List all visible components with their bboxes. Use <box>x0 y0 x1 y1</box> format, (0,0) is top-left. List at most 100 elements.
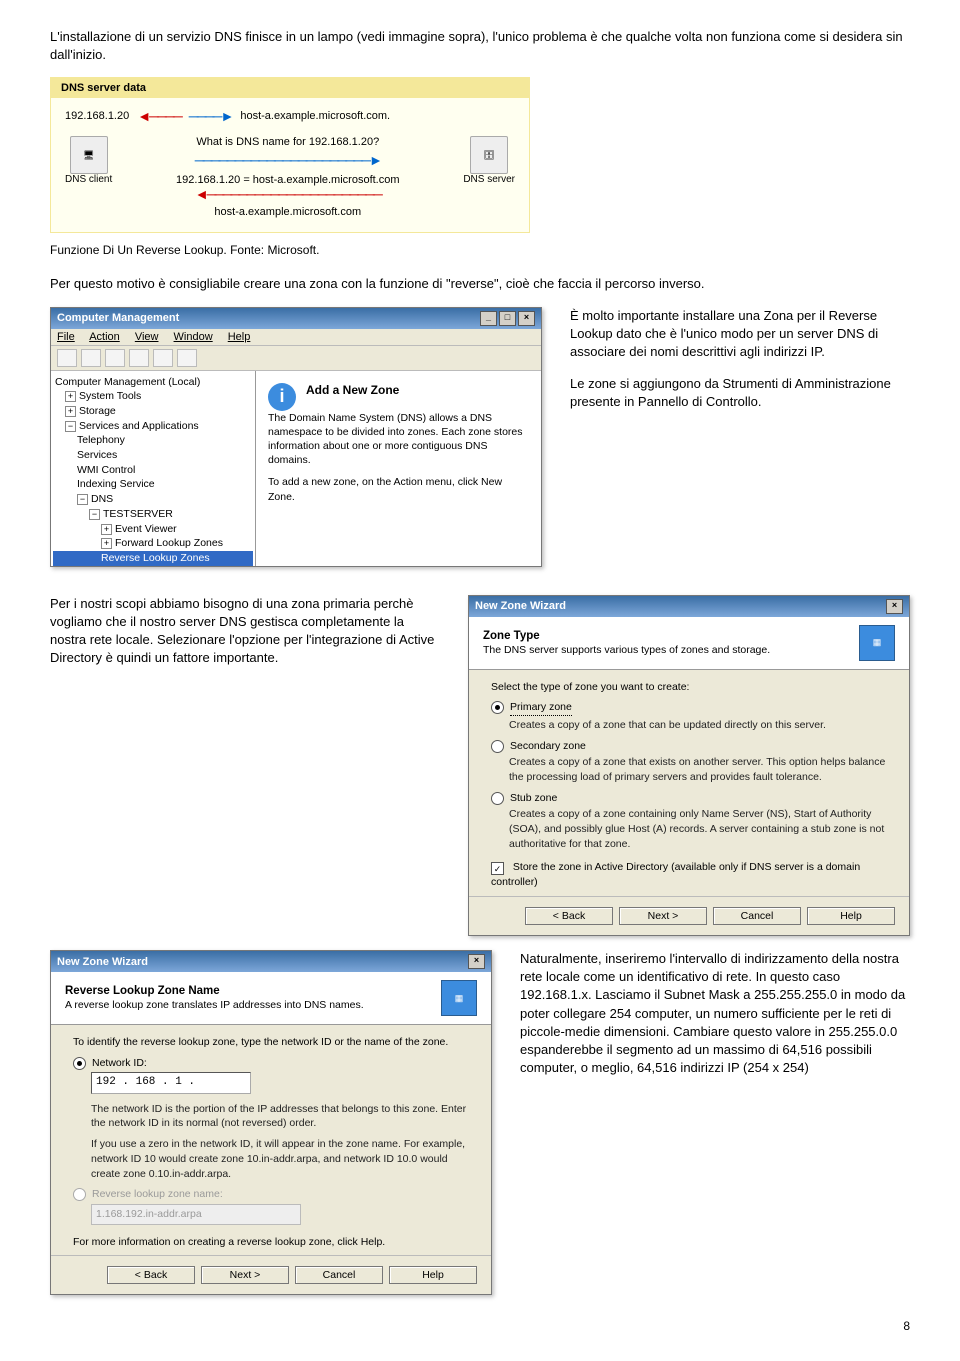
network-id-input[interactable]: 192 . 168 . 1 . <box>91 1072 251 1093</box>
wizard-head-bold: Reverse Lookup Zone Name <box>65 985 364 997</box>
dns-diagram: DNS server data 192.168.1.20 ◄──── ────►… <box>50 77 530 233</box>
toolbar-refresh-button[interactable] <box>129 349 149 367</box>
tree-systools[interactable]: +System Tools <box>53 389 253 404</box>
reverse-name-input: 1.168.192.in-addr.arpa <box>91 1204 301 1225</box>
client-label: DNS client <box>65 174 112 185</box>
minimize-button[interactable]: _ <box>480 311 497 326</box>
collapse-icon[interactable]: − <box>77 494 88 505</box>
wizard-titlebar: New Zone Wizard × <box>469 596 909 617</box>
diagram-ip: 192.168.1.20 <box>65 110 129 122</box>
tree-services-apps[interactable]: −Services and Applications <box>53 419 253 434</box>
reverse-name-radio[interactable] <box>73 1188 86 1201</box>
reverse-prompt: To identify the reverse lookup zone, typ… <box>73 1035 469 1050</box>
info-pane: i Add a New Zone The Domain Name System … <box>256 371 541 566</box>
menu-action[interactable]: Action <box>89 331 120 343</box>
info-title: Add a New Zone <box>268 383 529 397</box>
cancel-button[interactable]: Cancel <box>295 1266 383 1284</box>
tree-telephony[interactable]: Telephony <box>53 433 253 448</box>
tree-forward-zones[interactable]: +Forward Lookup Zones <box>53 536 253 551</box>
close-button[interactable]: × <box>468 954 485 969</box>
tree-storage[interactable]: +Storage <box>53 404 253 419</box>
next-button[interactable]: Next > <box>201 1266 289 1284</box>
diagram-query: What is DNS name for 192.168.1.20? <box>124 136 451 148</box>
titlebar: Computer Management _ □ × <box>51 308 541 329</box>
menu-help[interactable]: Help <box>228 331 251 343</box>
reverse-name-label: Reverse lookup zone name: <box>92 1187 223 1202</box>
net-desc-1: The network ID is the portion of the IP … <box>91 1102 469 1131</box>
diagram-title: DNS server data <box>51 78 529 98</box>
info-icon: i <box>268 383 296 411</box>
tree-reverse-zones[interactable]: Reverse Lookup Zones <box>53 551 253 566</box>
page-number: 8 <box>50 1319 910 1333</box>
network-id-radio[interactable] <box>73 1057 86 1070</box>
expand-icon[interactable]: + <box>101 524 112 535</box>
primary-zone-label: Primary zone <box>510 700 572 716</box>
window-title: Computer Management <box>57 312 179 324</box>
tree-dns[interactable]: −DNS <box>53 492 253 507</box>
primary-zone-radio[interactable] <box>491 701 504 714</box>
expand-icon[interactable]: + <box>65 406 76 417</box>
wizard-title: New Zone Wizard <box>57 956 148 968</box>
arrow-right-long-icon: ──────────────────────► <box>195 152 381 168</box>
menu-file[interactable]: File <box>57 331 75 343</box>
more-info-text: For more information on creating a rever… <box>73 1235 469 1250</box>
paragraph-4: Naturalmente, inseriremo l'intervallo di… <box>520 950 910 1077</box>
info-body-2: To add a new zone, on the Action menu, c… <box>268 475 529 503</box>
diagram-host: host-a.example.microsoft.com. <box>240 110 390 122</box>
wizard-head-icon: ▦ <box>441 980 477 1016</box>
help-button[interactable]: Help <box>807 907 895 925</box>
next-button[interactable]: Next > <box>619 907 707 925</box>
menubar: File Action View Window Help <box>51 329 541 346</box>
wizard-head-sub: A reverse lookup zone translates IP addr… <box>65 999 364 1011</box>
menu-window[interactable]: Window <box>174 331 213 343</box>
intro-paragraph: L'installazione di un servizio DNS finis… <box>50 28 910 63</box>
toolbar-help-button[interactable] <box>177 349 197 367</box>
reverse-lookup-wizard: New Zone Wizard × Reverse Lookup Zone Na… <box>50 950 492 1295</box>
zone-type-wizard: New Zone Wizard × Zone Type The DNS serv… <box>468 595 910 936</box>
side-para-1b: Le zone si aggiungono da Strumenti di Am… <box>570 375 910 411</box>
network-id-label: Network ID: <box>92 1056 147 1071</box>
tree-pane: Computer Management (Local) +System Tool… <box>51 371 256 566</box>
arrow-left-long-icon: ◄────────────────────── <box>195 186 381 202</box>
maximize-button[interactable]: □ <box>499 311 516 326</box>
wizard-title: New Zone Wizard <box>475 600 566 612</box>
paragraph-3: Per i nostri scopi abbiamo bisogno di un… <box>50 595 440 668</box>
stub-zone-label: Stub zone <box>510 791 557 806</box>
toolbar-fwd-button[interactable] <box>81 349 101 367</box>
wizard-head-bold: Zone Type <box>483 630 770 642</box>
stub-zone-radio[interactable] <box>491 792 504 805</box>
menu-view[interactable]: View <box>135 331 159 343</box>
close-button[interactable]: × <box>518 311 535 326</box>
net-desc-2: If you use a zero in the network ID, it … <box>91 1137 469 1181</box>
info-body-1: The Domain Name System (DNS) allows a DN… <box>268 411 529 468</box>
wizard-head-icon: ▦ <box>859 625 895 661</box>
back-button[interactable]: < Back <box>107 1266 195 1284</box>
side-para-1a: È molto importante installare una Zona p… <box>570 307 910 362</box>
tree-indexing[interactable]: Indexing Service <box>53 477 253 492</box>
help-button[interactable]: Help <box>389 1266 477 1284</box>
collapse-icon[interactable]: − <box>89 509 100 520</box>
diagram-answer: 192.168.1.20 = host-a.example.microsoft.… <box>124 174 451 186</box>
tree-event-viewer[interactable]: +Event Viewer <box>53 522 253 537</box>
close-button[interactable]: × <box>886 599 903 614</box>
diagram-caption: Funzione Di Un Reverse Lookup. Fonte: Mi… <box>50 243 910 257</box>
toolbar-up-button[interactable] <box>105 349 125 367</box>
expand-icon[interactable]: + <box>65 391 76 402</box>
wizard-head-sub: The DNS server supports various types of… <box>483 644 770 656</box>
tree-testserver[interactable]: −TESTSERVER <box>53 507 253 522</box>
store-ad-checkbox[interactable]: ✓ <box>491 862 504 875</box>
primary-zone-desc: Creates a copy of a zone that can be upd… <box>509 718 887 733</box>
toolbar-back-button[interactable] <box>57 349 77 367</box>
toolbar-prop-button[interactable] <box>153 349 173 367</box>
collapse-icon[interactable]: − <box>65 421 76 432</box>
cancel-button[interactable]: Cancel <box>713 907 801 925</box>
toolbar <box>51 346 541 371</box>
arrow-right-icon: ────► <box>189 108 233 124</box>
tree-services[interactable]: Services <box>53 448 253 463</box>
back-button[interactable]: < Back <box>525 907 613 925</box>
tree-root[interactable]: Computer Management (Local) <box>53 375 253 390</box>
tree-wmi[interactable]: WMI Control <box>53 463 253 478</box>
expand-icon[interactable]: + <box>101 538 112 549</box>
secondary-zone-radio[interactable] <box>491 740 504 753</box>
wizard-titlebar: New Zone Wizard × <box>51 951 491 972</box>
